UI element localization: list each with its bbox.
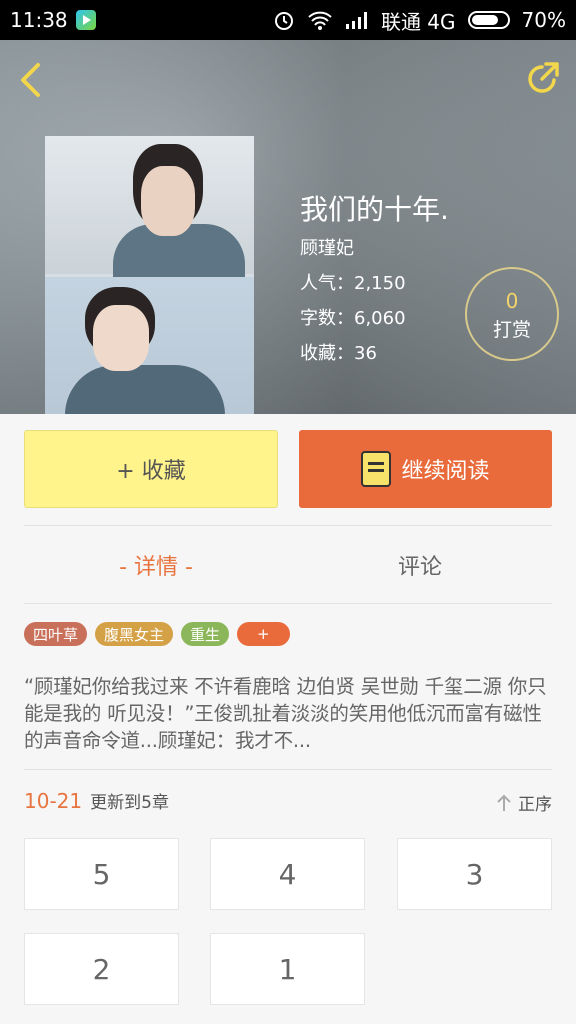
- chapter-button[interactable]: 4: [210, 838, 365, 910]
- tab-comments[interactable]: 评论: [288, 527, 552, 603]
- back-icon[interactable]: [16, 62, 46, 98]
- add-tag-button[interactable]: +: [237, 622, 290, 646]
- tab-details-label: - 详情 -: [119, 555, 193, 580]
- book-author: 顾瑾妃: [300, 238, 354, 259]
- tag-item[interactable]: 重生: [181, 622, 230, 646]
- status-time: 11:38: [10, 8, 68, 32]
- divider: [24, 603, 552, 604]
- chapter-button[interactable]: 3: [397, 838, 552, 910]
- divider: [24, 769, 552, 770]
- update-info: 10-21 更新到5章: [24, 788, 169, 813]
- book-header: 我们的十年. 顾瑾妃 人气：2,150 字数：6,060 收藏：36 0 打赏: [0, 40, 576, 414]
- wifi-icon: [308, 11, 332, 30]
- update-date: 10-21: [24, 789, 83, 813]
- add-favorite-button[interactable]: + 收藏: [24, 430, 278, 508]
- tag-item[interactable]: 四叶草: [24, 622, 88, 646]
- cover-photo-bottom: [45, 277, 254, 414]
- sort-order-button[interactable]: 正序: [494, 790, 552, 815]
- play-store-icon: [75, 10, 96, 30]
- tip-count: 0: [505, 289, 519, 313]
- tip-button[interactable]: 0 打赏: [465, 267, 559, 361]
- signal-icon: [345, 12, 367, 29]
- tab-details[interactable]: - 详情 -: [24, 527, 288, 603]
- popularity-stat: 人气：2,150: [300, 273, 406, 294]
- tag-list: 四叶草 腹黑女主 重生 +: [24, 622, 290, 646]
- book-cover: [45, 136, 254, 414]
- cover-photo-top: [45, 136, 254, 284]
- tip-label: 打赏: [492, 319, 531, 341]
- tag-item[interactable]: 腹黑女主: [95, 622, 174, 646]
- carrier-label: 联通 4G: [380, 9, 456, 34]
- battery-icon: [467, 11, 510, 29]
- share-icon[interactable]: [524, 60, 562, 98]
- chapter-button[interactable]: 1: [210, 933, 365, 1005]
- favorites-stat: 收藏：36: [300, 343, 377, 364]
- add-favorite-label: + 收藏: [116, 459, 186, 484]
- book-title: 我们的十年.: [300, 193, 449, 226]
- continue-reading-button[interactable]: 继续阅读: [299, 430, 552, 508]
- word-count-stat: 字数：6,060: [300, 308, 406, 329]
- book-icon: [361, 451, 392, 487]
- alarm-icon: [274, 12, 293, 30]
- arrow-up-icon: [497, 794, 511, 811]
- tab-comments-label: 评论: [397, 555, 442, 580]
- battery-percent: 70%: [521, 8, 566, 32]
- chapter-button[interactable]: 5: [24, 838, 179, 910]
- status-bar: 11:38 联通 4G 70%: [0, 0, 576, 40]
- sort-order-label: 正序: [518, 795, 552, 815]
- chapter-button[interactable]: 2: [24, 933, 179, 1005]
- update-text: 更新到5章: [90, 793, 169, 813]
- continue-reading-label: 继续阅读: [401, 459, 490, 484]
- book-description[interactable]: “顾瑾妃你给我过来 不许看鹿晗 边伯贤 吴世勋 千玺二源 你只能是我的 听见没！…: [24, 673, 554, 754]
- divider: [24, 525, 552, 526]
